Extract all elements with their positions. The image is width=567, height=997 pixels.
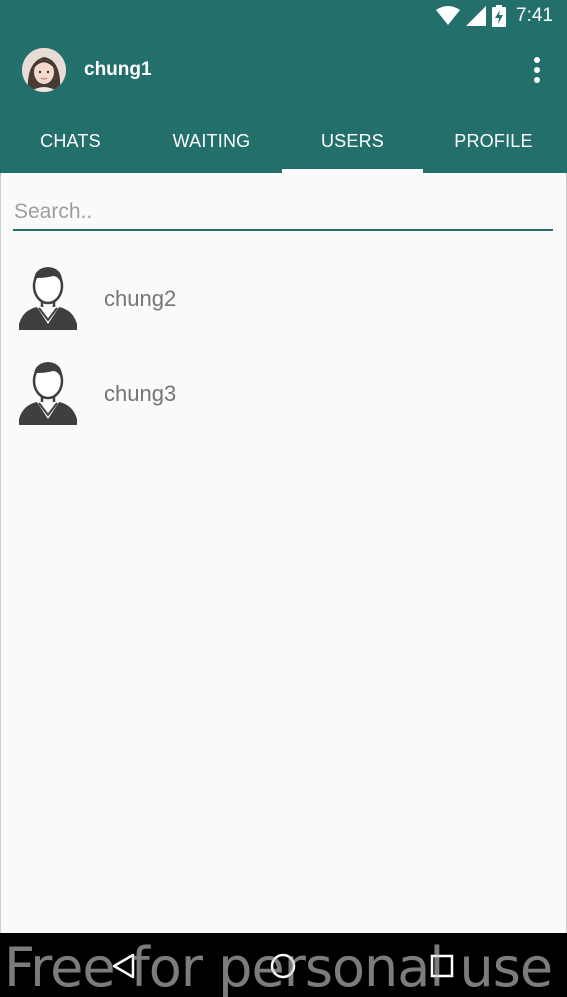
wifi-icon — [436, 6, 461, 25]
signal-icon — [466, 6, 487, 26]
profile-photo-icon — [22, 48, 66, 92]
profile-avatar[interactable] — [22, 48, 66, 92]
status-bar: 7:41 — [0, 0, 567, 32]
status-time: 7:41 — [516, 5, 553, 26]
tab-profile[interactable]: PROFILE — [423, 110, 564, 173]
home-icon[interactable] — [268, 951, 298, 981]
status-icons: 7:41 — [436, 4, 553, 28]
user-avatar-icon — [19, 361, 77, 425]
toolbar-username: chung1 — [84, 59, 152, 80]
search-input[interactable] — [13, 195, 553, 231]
more-vert-icon[interactable] — [525, 54, 549, 86]
recents-icon[interactable] — [427, 951, 457, 981]
tab-bar: CHATS WAITING USERS PROFILE — [0, 110, 567, 173]
app-bar: 7:41 chung1 CHATS WAITING USERS PROFILE — [0, 0, 567, 173]
user-list: chung2 chung3 — [1, 251, 566, 441]
users-content: chung2 chung3 — [1, 173, 566, 933]
user-name: chung2 — [104, 285, 177, 311]
list-item[interactable]: chung2 — [1, 251, 566, 346]
user-avatar-icon — [19, 266, 77, 330]
tab-waiting[interactable]: WAITING — [141, 110, 282, 173]
toolbar: chung1 — [0, 40, 567, 100]
navigation-bar — [0, 933, 567, 997]
battery-charging-icon — [492, 5, 507, 27]
tab-chats[interactable]: CHATS — [0, 110, 141, 173]
list-item[interactable]: chung3 — [1, 346, 566, 441]
user-name: chung3 — [104, 380, 177, 406]
back-icon[interactable] — [109, 951, 139, 981]
tab-users[interactable]: USERS — [282, 110, 423, 173]
